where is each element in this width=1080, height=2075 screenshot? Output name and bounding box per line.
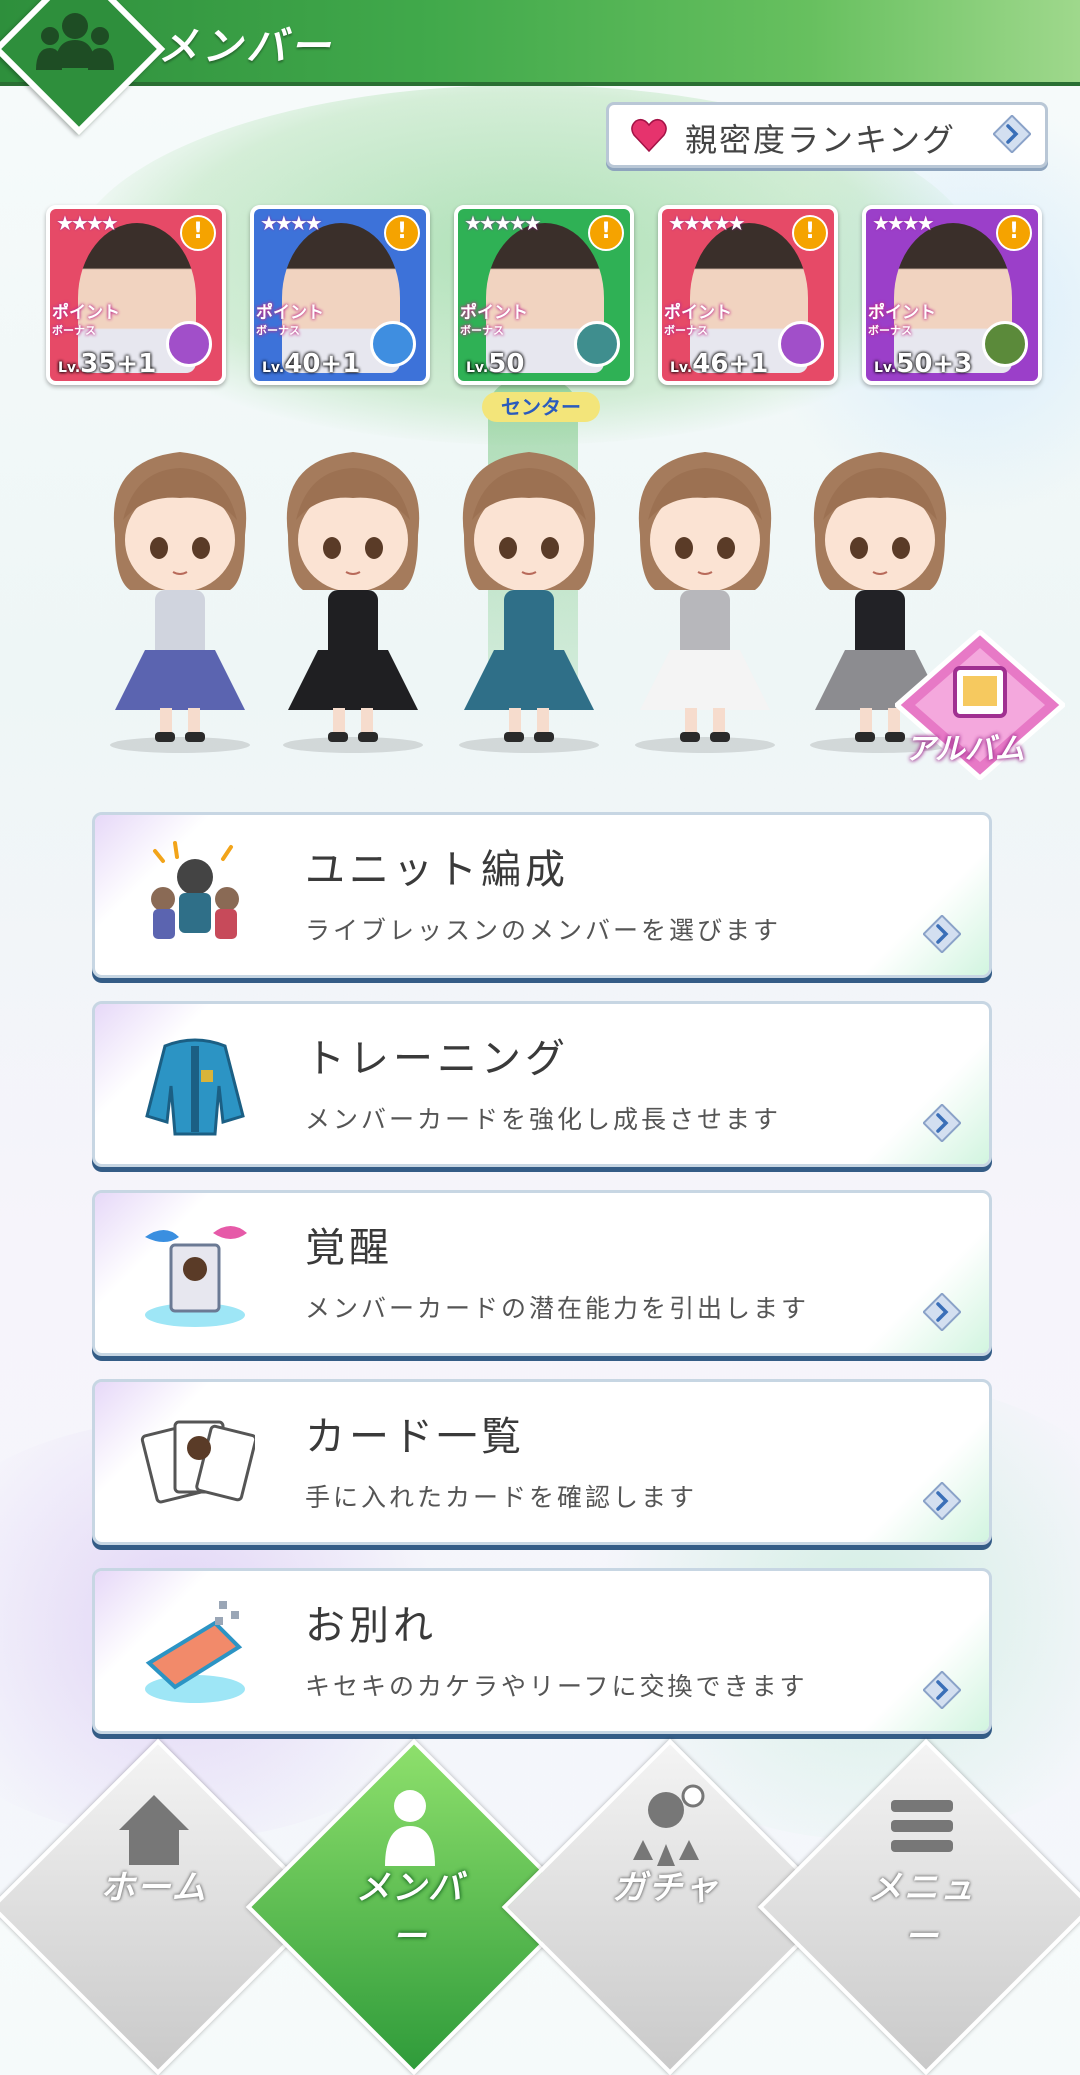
menu-item-description: 手に入れたカードを確認します: [305, 1483, 698, 1512]
alert-icon: !: [792, 215, 828, 251]
card-type-icon: [166, 321, 212, 367]
center-label: センター: [482, 392, 600, 422]
menu-item-title: トレーニング: [305, 1036, 569, 1082]
nav-label: メニュー: [868, 1868, 976, 1957]
intimacy-ranking-button[interactable]: 親密度ランキング: [606, 102, 1048, 168]
rarity-stars: ★★★★: [872, 211, 935, 235]
chevron-right-icon: [993, 115, 1031, 153]
chevron-right-icon: [923, 915, 961, 953]
alert-icon: !: [588, 215, 624, 251]
menu-item-title: カード一覧: [305, 1414, 525, 1460]
awaken-candy-icon: [145, 1226, 247, 1327]
chibi-character-1[interactable]: [95, 440, 265, 760]
card-stack-icon: [140, 1420, 255, 1504]
point-bonus-badge: ポイント ボーナス: [460, 303, 528, 338]
card-type-icon: [778, 321, 824, 367]
nav-label: ガチャ: [612, 1868, 720, 1908]
chevron-right-icon: [923, 1293, 961, 1331]
card-level: Lv.35+1: [58, 349, 157, 379]
ranking-label: 親密度ランキング: [685, 121, 957, 159]
card-level: Lv.40+1: [262, 349, 361, 379]
menu-item-description: メンバーカードの潜在能力を引出します: [305, 1294, 810, 1323]
member-card-4[interactable]: ★★★★★! ポイント ボーナス Lv.46+1: [658, 205, 838, 385]
heart-icon: [631, 118, 667, 153]
album-label: アルバム: [905, 732, 1025, 767]
menu-item-title: お別れ: [305, 1603, 437, 1649]
menu-item-5[interactable]: お別れキセキのカケラやリーフに交換できます: [92, 1568, 992, 1734]
gacha-icon: [633, 1784, 705, 1866]
menu-item-description: ライブレッスンのメンバーを選びます: [305, 916, 782, 945]
members-icon: [36, 13, 114, 70]
point-bonus-badge: ポイント ボーナス: [52, 303, 120, 338]
menu-item-description: メンバーカードを強化し成長させます: [305, 1105, 782, 1134]
menu-item-1[interactable]: ユニット編成ライブレッスンのメンバーを選びます: [92, 812, 992, 978]
card-level: Lv.50+3: [874, 349, 973, 379]
members-icon: [385, 1790, 435, 1866]
jacket-icon: [145, 1038, 245, 1136]
card-type-icon: [574, 321, 620, 367]
alert-icon: !: [996, 215, 1032, 251]
home-icon: [119, 1795, 189, 1865]
menu-item-title: ユニット編成: [305, 847, 569, 893]
chibi-character-2[interactable]: [268, 440, 438, 760]
header-bar: メンバー: [0, 0, 1080, 136]
point-bonus-badge: ポイント ボーナス: [868, 303, 936, 338]
member-card-5[interactable]: ★★★★! ポイント ボーナス Lv.50+3: [862, 205, 1042, 385]
menu-item-description: キセキのカケラやリーフに交換できます: [305, 1672, 808, 1701]
chibi-character-3[interactable]: [444, 440, 614, 760]
card-level: Lv.50: [466, 349, 525, 379]
member-card-2[interactable]: ★★★★! ポイント ボーナス Lv.40+1: [250, 205, 430, 385]
rarity-stars: ★★★★: [56, 211, 119, 235]
nav-label: ホーム: [100, 1868, 208, 1908]
nav-label: メンバー: [356, 1868, 464, 1957]
unit-group-icon: [151, 841, 239, 939]
alert-icon: !: [180, 215, 216, 251]
point-bonus-badge: ポイント ボーナス: [256, 303, 324, 338]
alert-icon: !: [384, 215, 420, 251]
menu-item-title: 覚醒: [305, 1225, 393, 1271]
member-card-3[interactable]: ★★★★★! ポイント ボーナス Lv.50: [454, 205, 634, 385]
member-card-1[interactable]: ★★★★! ポイント ボーナス Lv.35+1: [46, 205, 226, 385]
chevron-right-icon: [923, 1671, 961, 1709]
chibi-character-4[interactable]: [620, 440, 790, 760]
rarity-stars: ★★★★★: [464, 211, 542, 235]
card-type-icon: [982, 321, 1028, 367]
menu-item-4[interactable]: カード一覧手に入れたカードを確認します: [92, 1379, 992, 1545]
bottom-nav: ホーム メンバー ガチャ メニュー: [0, 1738, 1080, 2075]
chevron-right-icon: [923, 1104, 961, 1142]
unit-card-row: ★★★★! ポイント ボーナス Lv.35+1 ★★★★! ポイント ボーナス Lv.40+…: [46, 205, 1042, 385]
menu-icon: [891, 1800, 953, 1852]
menu-item-2[interactable]: トレーニングメンバーカードを強化し成長させます: [92, 1001, 992, 1167]
point-bonus-badge: ポイント ボーナス: [664, 303, 732, 338]
rarity-stars: ★★★★★: [668, 211, 746, 235]
farewell-exchange-icon: [145, 1601, 245, 1703]
page-title: メンバー: [158, 24, 334, 70]
rarity-stars: ★★★★: [260, 211, 323, 235]
card-type-icon: [370, 321, 416, 367]
menu-item-3[interactable]: 覚醒メンバーカードの潜在能力を引出します: [92, 1190, 992, 1356]
chevron-right-icon: [923, 1482, 961, 1520]
card-level: Lv.46+1: [670, 349, 769, 379]
